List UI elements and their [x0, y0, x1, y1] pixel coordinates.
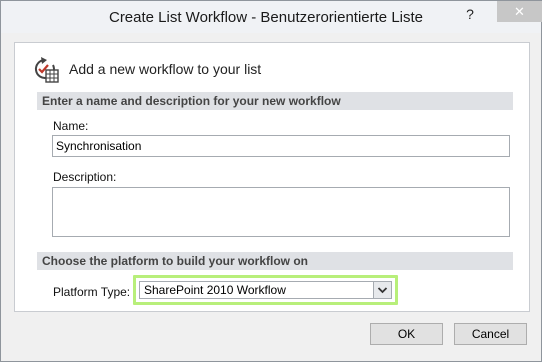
description-label: Description:	[53, 170, 117, 184]
window-title: Create List Workflow - Benutzerorientier…	[108, 9, 424, 26]
platform-type-select[interactable]: SharePoint 2010 Workflow	[139, 281, 392, 299]
title-bar[interactable]: Create List Workflow - Benutzerorientier…	[1, 1, 542, 33]
section-name-title: Enter a name and description for your ne…	[37, 92, 513, 110]
chevron-down-icon	[377, 287, 388, 294]
name-input[interactable]	[52, 135, 510, 157]
ok-button[interactable]: OK	[370, 323, 443, 345]
dialog-window: Create List Workflow - Benutzerorientier…	[0, 0, 542, 362]
description-input[interactable]	[52, 187, 510, 237]
help-button[interactable]: ?	[461, 5, 479, 23]
content-panel: Add a new workflow to your list Enter a …	[14, 42, 530, 312]
dropdown-arrow[interactable]	[373, 282, 391, 298]
platform-type-value: SharePoint 2010 Workflow	[144, 283, 286, 297]
dialog-header: Add a new workflow to your list	[27, 55, 517, 85]
platform-type-label: Platform Type:	[53, 285, 131, 299]
name-label: Name:	[53, 119, 89, 133]
cancel-button[interactable]: Cancel	[454, 323, 527, 345]
platform-select-highlight: SharePoint 2010 Workflow	[133, 275, 398, 305]
close-button[interactable]: ✕	[497, 1, 542, 22]
section-platform-title: Choose the platform to build your workfl…	[37, 252, 513, 270]
workflow-icon	[34, 57, 59, 83]
header-text: Add a new workflow to your list	[69, 61, 262, 77]
